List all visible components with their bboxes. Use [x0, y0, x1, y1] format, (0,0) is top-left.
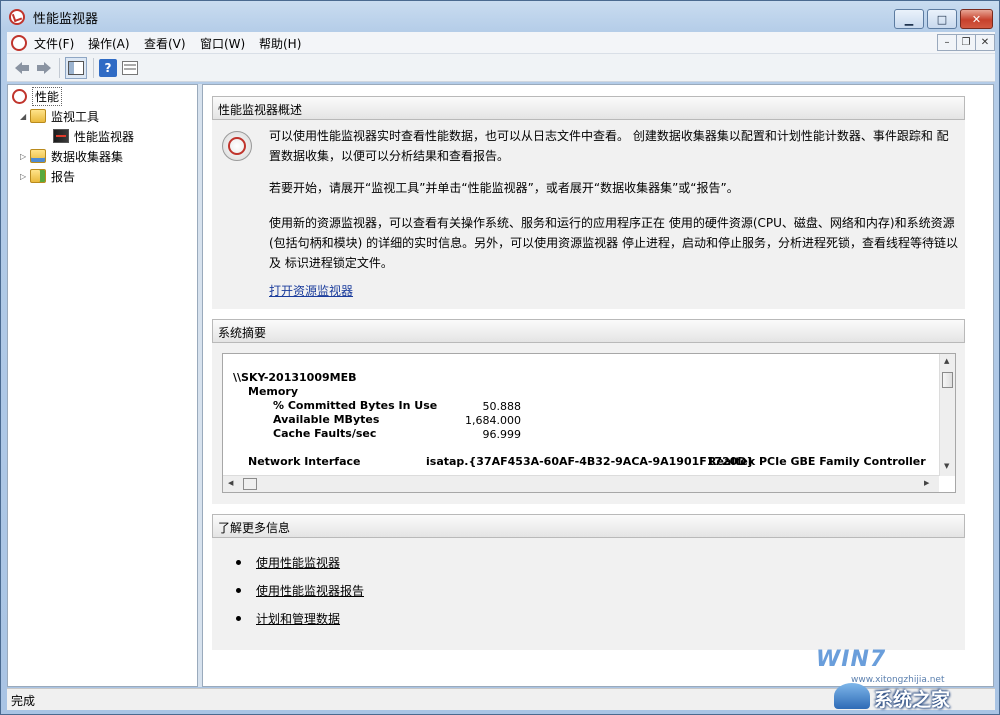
mdi-close-button[interactable]: ✕: [975, 34, 995, 51]
tree-item-data-collector-sets[interactable]: ▷ 数据收集器集: [20, 147, 123, 165]
network-object-label: Network Interface: [248, 455, 361, 468]
title-bar[interactable]: 性能监视器 ▁ □ ✕: [1, 1, 999, 31]
mdi-restore-button[interactable]: ❐: [956, 34, 976, 51]
scroll-left-icon[interactable]: ◀: [228, 479, 233, 487]
network-instance-isatap: isatap.{37AF453A-60AF-4B32-9ACA-9A1901F1…: [426, 455, 755, 468]
mmc-system-menu-icon[interactable]: [11, 35, 27, 51]
minimize-button[interactable]: ▁: [894, 9, 924, 29]
counter-value: 96.999: [482, 428, 522, 441]
expand-icon[interactable]: ▷: [20, 152, 30, 161]
watermark-house-logo-icon: [834, 683, 870, 709]
memory-object-label: Memory: [248, 385, 299, 398]
counter-name: Cache Faults/sec: [273, 427, 377, 440]
counter-name: Available MBytes: [273, 413, 380, 426]
network-instance-realtek: Realtek PCIe GBE Family Controller: [708, 455, 926, 468]
close-button[interactable]: ✕: [960, 9, 993, 29]
getting-started-paragraph: 若要开始，请展开“监视工具”并单击“性能监视器”，或者展开“数据收集器集”或“报…: [269, 181, 739, 195]
scroll-right-icon[interactable]: ▶: [924, 479, 929, 487]
status-text: 完成: [11, 694, 36, 708]
maximize-button[interactable]: □: [927, 9, 957, 29]
learn-more-section: 了解更多信息 使用性能监视器 使用性能监视器报告 计划和管理数据: [212, 514, 965, 650]
scroll-up-icon[interactable]: ▲: [944, 357, 949, 365]
expand-icon[interactable]: ▷: [20, 172, 30, 181]
tree-item-label: 数据收集器集: [51, 149, 124, 164]
counter-value: 1,684.000: [465, 414, 521, 427]
toolbar: ?: [7, 54, 995, 82]
menu-bar: 文件(F) 操作(A) 查看(V) 窗口(W) 帮助(H) – ❐ ✕: [7, 32, 995, 54]
menu-window[interactable]: 窗口(W): [200, 35, 245, 52]
help-icon[interactable]: ?: [99, 59, 117, 77]
overview-paragraph: 可以使用性能监视器实时查看性能数据，也可以从日志文件中查看。 创建数据收集器集以…: [269, 129, 949, 163]
performance-chart-icon: [53, 129, 69, 143]
bullet-icon: [236, 616, 241, 621]
details-pane: 性能监视器概述 可以使用性能监视器实时查看性能数据，也可以从日志文件中查看。 创…: [202, 84, 994, 687]
watermark: WIN7 www.xitongzhijia.net 系统之家: [816, 643, 1000, 715]
using-performance-monitor-link[interactable]: 使用性能监视器: [256, 554, 340, 571]
scroll-thumb[interactable]: [243, 478, 257, 490]
schedule-manage-data-link[interactable]: 计划和管理数据: [256, 610, 340, 627]
window-title: 性能监视器: [33, 12, 99, 27]
back-arrow-icon[interactable]: [13, 59, 31, 77]
toolbar-separator: [59, 58, 60, 78]
performance-monitor-large-icon: [222, 131, 252, 161]
performance-monitor-app-icon[interactable]: [9, 9, 25, 25]
console-tree-icon[interactable]: [65, 57, 87, 79]
tree-item-label: 性能监视器: [74, 129, 135, 144]
performance-monitor-reports-link[interactable]: 使用性能监视器报告: [256, 582, 364, 599]
main-window: 性能监视器 ▁ □ ✕ 文件(F) 操作(A) 查看(V) 窗口(W) 帮助(H…: [0, 0, 1000, 715]
computer-name: \\SKY-20131009MEB: [233, 371, 357, 384]
scroll-thumb[interactable]: [942, 372, 953, 388]
properties-icon[interactable]: [121, 59, 139, 77]
resource-monitor-paragraph: 使用新的资源监视器，可以查看有关操作系统、服务和运行的应用程序正在 使用的硬件资…: [269, 216, 958, 270]
console-tree-pane: 性能 ◢ 监视工具 性能监视器 ▷ 数据收集器集 ▷ 报告: [7, 84, 198, 687]
tree-item-performance[interactable]: 性能: [12, 86, 63, 106]
list-item: 计划和管理数据: [236, 610, 340, 627]
menu-view[interactable]: 查看(V): [144, 35, 186, 52]
reports-icon: [30, 169, 46, 183]
system-summary-heading: 系统摘要: [212, 319, 965, 343]
tree-item-performance-monitor[interactable]: 性能监视器: [53, 127, 134, 145]
menu-action[interactable]: 操作(A): [88, 35, 130, 52]
tree-item-label: 监视工具: [51, 109, 100, 124]
tree-item-label: 报告: [51, 169, 76, 184]
open-resource-monitor-link[interactable]: 打开资源监视器: [269, 281, 353, 301]
list-item: 使用性能监视器: [236, 554, 340, 571]
forward-arrow-icon[interactable]: [35, 59, 53, 77]
expand-collapse-icon[interactable]: ◢: [20, 112, 30, 121]
tree-item-reports[interactable]: ▷ 报告: [20, 167, 75, 185]
learn-more-heading: 了解更多信息: [212, 514, 965, 538]
menu-file[interactable]: 文件(F): [34, 35, 74, 52]
bullet-icon: [236, 588, 241, 593]
tree-item-monitoring-tools[interactable]: ◢ 监视工具: [20, 107, 99, 125]
tree-item-label: 性能: [32, 86, 63, 106]
vertical-scrollbar[interactable]: ▲ ▼: [939, 354, 955, 476]
system-summary-section: 系统摘要 \\SKY-20131009MEB Memory % Committe…: [212, 319, 965, 504]
counter-name: % Committed Bytes In Use: [273, 399, 438, 412]
bullet-icon: [236, 560, 241, 565]
horizontal-scrollbar[interactable]: ◀ ▶: [223, 475, 939, 492]
list-item: 使用性能监视器报告: [236, 582, 364, 599]
performance-icon: [12, 88, 27, 104]
mdi-minimize-button[interactable]: –: [937, 34, 957, 51]
watermark-brand: 系统之家: [874, 689, 951, 711]
data-collector-icon: [30, 149, 46, 163]
system-summary-box: \\SKY-20131009MEB Memory % Committed Byt…: [222, 353, 956, 493]
toolbar-separator: [93, 58, 94, 78]
counter-value: 50.888: [482, 400, 522, 413]
overview-heading: 性能监视器概述: [212, 96, 965, 120]
menu-help[interactable]: 帮助(H): [259, 35, 301, 52]
watermark-url: www.xitongzhijia.net: [851, 675, 945, 685]
scroll-down-icon[interactable]: ▼: [944, 462, 949, 470]
watermark-win7-text: WIN7: [816, 647, 887, 672]
folder-icon: [30, 109, 46, 123]
overview-section: 性能监视器概述 可以使用性能监视器实时查看性能数据，也可以从日志文件中查看。 创…: [212, 96, 965, 309]
